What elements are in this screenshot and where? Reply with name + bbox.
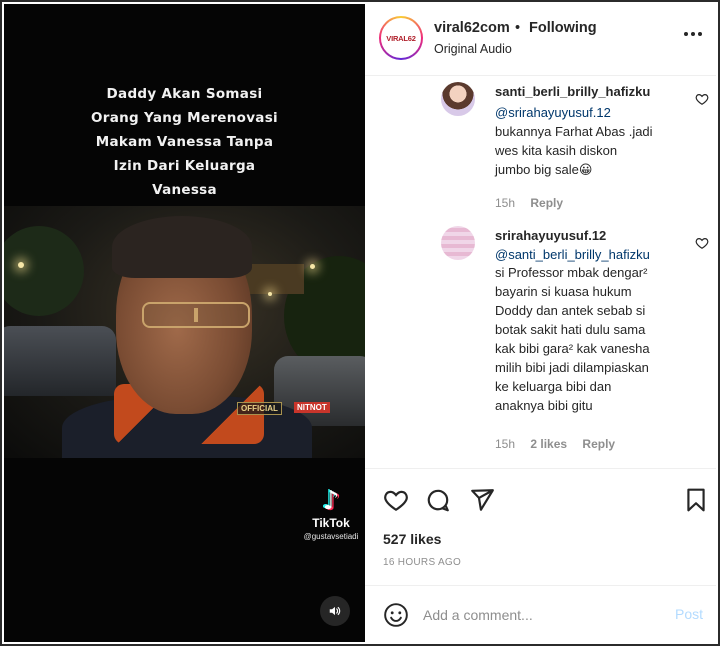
comment-likes[interactable]: 2 likes — [530, 437, 567, 451]
heart-icon[interactable] — [383, 487, 409, 513]
comment-mention[interactable]: @srirahayuyusuf.12 — [495, 105, 695, 120]
comment-username[interactable]: santi_berli_brilly_hafizku — [495, 84, 695, 99]
comment-text: si Professor mbak dengar² bayarin si kua… — [495, 263, 695, 415]
more-options-button[interactable] — [681, 26, 705, 42]
comment-text-line: kak bibi gara² kak vanesha — [495, 341, 650, 356]
tiktok-watermark: ♪ TikTok @gustavsetiadi — [296, 488, 365, 541]
comment-like-icon[interactable] — [695, 236, 709, 250]
caption-line: Vanessa — [152, 182, 217, 198]
avatar-logo: VIRAL62 — [381, 18, 421, 58]
street-light — [18, 262, 24, 268]
tiktok-handle: @gustavsetiadi — [303, 532, 359, 541]
tiktok-icon: ♪ — [322, 486, 340, 516]
person-hair — [112, 216, 252, 278]
emoji-icon[interactable] — [383, 602, 409, 628]
comment-text-line: Doddy dan antek sebab si — [495, 303, 646, 318]
comment-text-line: bayarin si kuasa hukum — [495, 284, 632, 299]
following-button[interactable]: Following — [529, 20, 597, 36]
comment-icon[interactable] — [425, 487, 451, 513]
comment-text-line: ke keluarga bibi dan — [495, 379, 612, 394]
post-username[interactable]: viral62com — [434, 20, 510, 36]
comment-text-line: botak sakit hati dulu sama — [495, 322, 646, 337]
comment-username[interactable]: srirahayuyusuf.12 — [495, 228, 695, 243]
share-icon[interactable] — [469, 487, 495, 513]
add-comment-row: Post — [365, 585, 716, 643]
background-car — [4, 326, 116, 396]
comment-text-line: jumbo big sale😀 — [495, 162, 593, 177]
comment-item: santi_berli_brilly_hafizku @srirahayuyus… — [495, 84, 695, 179]
comment-avatar[interactable] — [441, 226, 475, 260]
street-light — [268, 292, 272, 296]
separator-dot: • — [515, 20, 521, 36]
post-panel: VIRAL62 viral62com • Following Original … — [365, 4, 716, 642]
comment-text-line: si Professor mbak dengar² — [495, 265, 648, 280]
background-tree — [4, 226, 84, 316]
profile-avatar[interactable]: VIRAL62 — [379, 16, 423, 60]
comment-text-line: wes kita kasih diskon — [495, 143, 618, 158]
caption-line: Izin Dari Keluarga — [113, 158, 256, 174]
sound-button[interactable] — [320, 596, 350, 626]
comment-time: 15h — [495, 196, 516, 210]
comment-item: srirahayuyusuf.12 @santi_berli_brilly_ha… — [495, 228, 695, 415]
speaker-icon — [329, 606, 341, 616]
comment-text-line: milih bibi jadi dilampiaskan — [495, 360, 649, 375]
comment-avatar[interactable] — [441, 82, 475, 116]
person-glasses — [142, 302, 250, 328]
video-caption: Daddy Akan Somasi Orang Yang Merenovasi … — [4, 82, 365, 202]
more-horizontal-icon — [684, 32, 702, 36]
caption-line: Makam Vanessa Tanpa — [95, 134, 274, 150]
post-time: 16 HOURS AGO — [383, 557, 462, 568]
post-actions: 527 likes 16 HOURS AGO Post — [365, 468, 716, 642]
official-tag: OFFICIAL — [237, 402, 282, 415]
caption-line: Orang Yang Merenovasi — [90, 110, 278, 126]
channel-tag: NITNOT — [294, 402, 330, 413]
video-frame: OFFICIAL NITNOT — [4, 206, 365, 458]
post-button[interactable]: Post — [675, 606, 703, 622]
comment-meta: 15h 2 likes Reply — [495, 437, 627, 451]
tiktok-brand: TikTok — [312, 516, 350, 530]
comment-text: bukannya Farhat Abas .jadi wes kita kasi… — [495, 122, 695, 179]
caption-line: Daddy Akan Somasi — [106, 86, 263, 102]
reply-button[interactable]: Reply — [582, 437, 615, 451]
comment-mention[interactable]: @santi_berli_brilly_hafizku — [495, 247, 695, 262]
comment-meta: 15h Reply — [495, 196, 575, 210]
comment-text-line: anaknya bibi gitu — [495, 398, 593, 413]
comment-like-icon[interactable] — [695, 92, 709, 106]
likes-count[interactable]: 527 likes — [383, 531, 441, 547]
reply-button[interactable]: Reply — [530, 196, 563, 210]
video-player[interactable]: Daddy Akan Somasi Orang Yang Merenovasi … — [4, 4, 365, 642]
comment-text-line: bukannya Farhat Abas .jadi — [495, 124, 653, 139]
street-light — [310, 264, 315, 269]
bookmark-icon[interactable] — [683, 487, 709, 513]
comment-time: 15h — [495, 437, 516, 451]
audio-link[interactable]: Original Audio — [434, 42, 512, 56]
post-header: VIRAL62 viral62com • Following Original … — [365, 4, 716, 76]
comment-input[interactable] — [423, 604, 663, 626]
